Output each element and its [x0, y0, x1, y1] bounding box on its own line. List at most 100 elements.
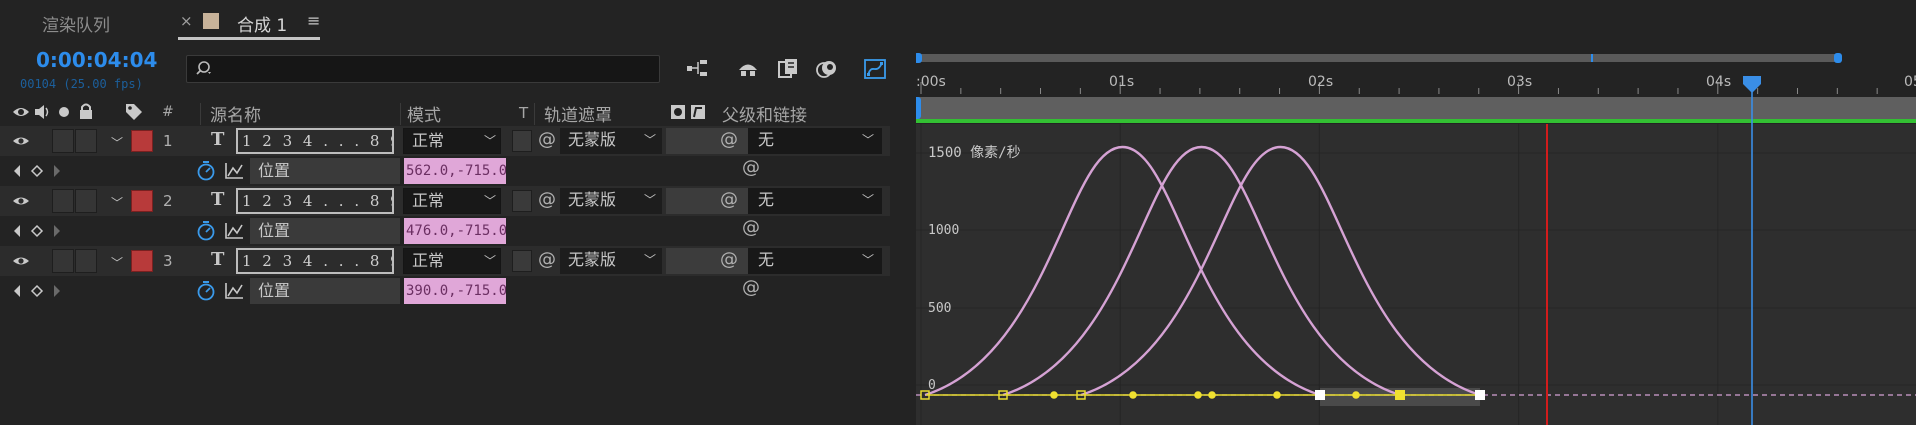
stopwatch-icon[interactable] — [196, 160, 216, 182]
parent-dropdown[interactable]: 无 ﹀ — [748, 188, 882, 214]
position-value[interactable]: 390.0,-715.0 — [404, 278, 506, 304]
motion-blur-icon[interactable] — [812, 54, 842, 84]
label-color[interactable] — [131, 130, 153, 152]
keyframe-handle — [1273, 391, 1281, 399]
column-parent-link[interactable]: 父级和链接 — [722, 101, 807, 126]
mask-icon[interactable] — [670, 104, 686, 120]
frame-blending-icon[interactable] — [773, 54, 803, 84]
eye-icon[interactable] — [12, 134, 30, 148]
graph-background — [916, 124, 1916, 425]
stopwatch-icon[interactable] — [196, 280, 216, 302]
solo-toggle[interactable] — [52, 249, 74, 273]
pickwhip-icon[interactable]: @ — [538, 129, 556, 150]
chevron-down-icon[interactable]: ﹀ — [111, 194, 123, 211]
column-track-matte[interactable]: 轨道遮罩 — [544, 101, 612, 126]
position-property-label[interactable]: 位置 — [250, 158, 400, 184]
stopwatch-icon[interactable] — [196, 220, 216, 242]
track-matte-dropdown[interactable]: 无蒙版 ﹀ — [560, 188, 662, 214]
label-color[interactable] — [131, 250, 153, 272]
graph-icon[interactable] — [224, 282, 244, 300]
tab-render-queue[interactable]: 渲染队列 — [42, 11, 110, 36]
mode-value: 正常 — [412, 131, 445, 150]
keyframe-navigator[interactable] — [12, 284, 62, 298]
label-color[interactable] — [131, 190, 153, 212]
preserve-transparency-toggle[interactable] — [512, 250, 532, 272]
position-property-label[interactable]: 位置 — [250, 278, 400, 304]
layer-number: 1 — [163, 132, 173, 150]
current-timecode[interactable]: 0:00:04:04 — [36, 48, 157, 72]
keyframe-handle — [1208, 391, 1216, 399]
column-divider — [200, 103, 201, 125]
mode-dropdown[interactable]: 正常 ﹀ — [403, 188, 501, 214]
layer-name[interactable]: 1 2 3 4 . . . 8 9 2 — [236, 188, 394, 214]
keyframe-navigator[interactable] — [12, 164, 62, 178]
chevron-down-icon: ﹀ — [862, 133, 875, 147]
keyframe-selected — [1315, 390, 1325, 400]
position-value[interactable]: 562.0,-715.0 — [404, 158, 506, 184]
column-t: T — [519, 104, 529, 122]
timeline-graph-editor[interactable]: :00s 01s 02s 03s 04s 05 1500 像素/秒 1000 5… — [916, 48, 1916, 425]
navigator-end-handle[interactable] — [1834, 53, 1842, 63]
eye-icon[interactable] — [12, 194, 30, 208]
mode-dropdown[interactable]: 正常 ﹀ — [403, 128, 501, 154]
preserve-transparency-toggle[interactable] — [512, 130, 532, 152]
timeline-navigator[interactable] — [916, 54, 1838, 62]
pickwhip-icon[interactable]: @ — [742, 217, 760, 238]
work-area-start-handle[interactable] — [916, 97, 921, 119]
tab-menu-icon[interactable]: ≡ — [307, 11, 320, 30]
preserve-transparency-toggle[interactable] — [512, 190, 532, 212]
work-area-bar[interactable] — [916, 97, 1916, 119]
layer-name[interactable]: 1 2 3 4 . . . 8 9 3 — [236, 128, 394, 154]
pickwhip-icon[interactable]: @ — [538, 249, 556, 270]
mode-dropdown[interactable]: 正常 ﹀ — [403, 248, 501, 274]
column-source-name[interactable]: 源名称 — [210, 101, 261, 126]
position-property-label[interactable]: 位置 — [250, 218, 400, 244]
keyframe-handle — [1050, 391, 1058, 399]
eye-icon[interactable] — [12, 254, 30, 268]
pickwhip-icon[interactable]: @ — [742, 157, 760, 178]
keyframe-navigator[interactable] — [12, 224, 62, 238]
lock-toggle[interactable] — [75, 129, 97, 153]
solo-icon[interactable] — [58, 106, 70, 118]
track-matte-dropdown[interactable]: 无蒙版 ﹀ — [560, 128, 662, 154]
chevron-down-icon[interactable]: ﹀ — [111, 134, 123, 151]
layer-name[interactable]: 1 2 3 4 . . . 8 9 0 — [236, 248, 394, 274]
pickwhip-icon[interactable]: @ — [720, 129, 738, 150]
graph-icon[interactable] — [224, 162, 244, 180]
keyframe-handle — [1352, 391, 1360, 399]
lock-toggle[interactable] — [75, 189, 97, 213]
pickwhip-icon[interactable]: @ — [538, 189, 556, 210]
column-mode[interactable]: 模式 — [407, 101, 441, 126]
flowchart-icon[interactable] — [683, 54, 713, 84]
label-tag-icon[interactable] — [124, 102, 144, 122]
lock-icon[interactable] — [78, 102, 94, 120]
pickwhip-icon[interactable]: @ — [720, 249, 738, 270]
tab-close-icon[interactable]: × — [180, 12, 193, 30]
solo-toggle[interactable] — [52, 129, 74, 153]
layer-search-input[interactable] — [186, 55, 660, 83]
track-matte-value: 无蒙版 — [568, 130, 617, 149]
column-number: # — [162, 104, 174, 120]
matte-invert-icon[interactable] — [690, 104, 706, 120]
y-axis-label: 1000 — [928, 223, 959, 238]
audio-icon[interactable] — [33, 104, 51, 120]
position-value[interactable]: 476.0,-715.0 — [404, 218, 506, 244]
keyframe-selected — [1475, 390, 1485, 400]
tab-composition[interactable]: 合成 1 — [237, 11, 287, 36]
navigator-start-handle[interactable] — [916, 53, 922, 63]
parent-dropdown[interactable]: 无 ﹀ — [748, 128, 882, 154]
track-matte-dropdown[interactable]: 无蒙版 ﹀ — [560, 248, 662, 274]
graph-editor-icon[interactable] — [860, 54, 890, 84]
graph-icon[interactable] — [224, 222, 244, 240]
chevron-down-icon[interactable]: ﹀ — [111, 254, 123, 271]
pickwhip-icon[interactable]: @ — [742, 277, 760, 298]
y-axis-unit-label: 1500 像素/秒 — [928, 145, 1021, 161]
parent-dropdown[interactable]: 无 ﹀ — [748, 248, 882, 274]
lock-toggle[interactable] — [75, 249, 97, 273]
frame-info: 00104 (25.00 fps) — [20, 77, 143, 91]
pickwhip-icon[interactable]: @ — [720, 189, 738, 210]
shy-layers-icon[interactable] — [733, 54, 763, 84]
eye-icon[interactable] — [12, 104, 30, 120]
parent-value: 无 — [758, 130, 775, 149]
solo-toggle[interactable] — [52, 189, 74, 213]
